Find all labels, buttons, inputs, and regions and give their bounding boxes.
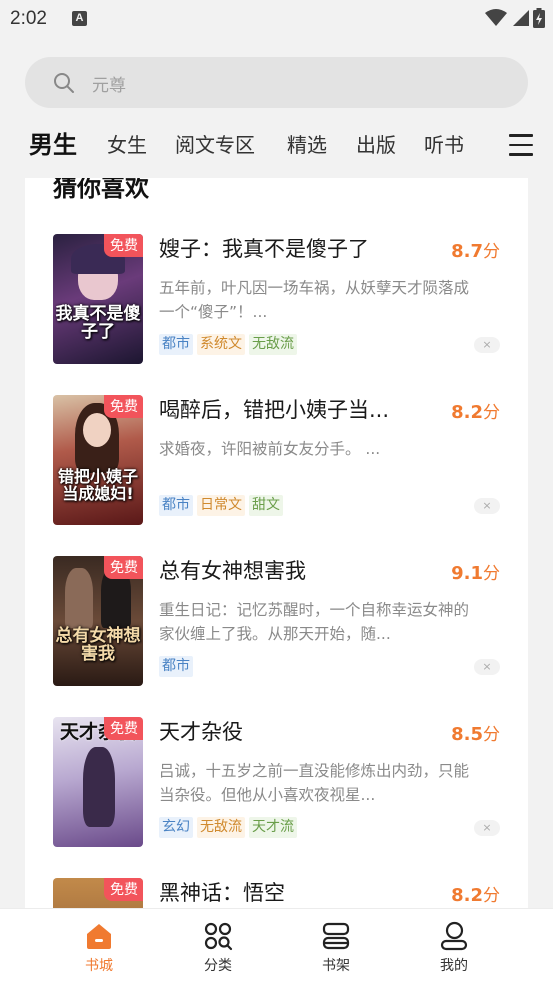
book-score: 8.7分	[451, 237, 500, 262]
wifi-icon	[485, 9, 507, 26]
book-title: 天才杂役	[159, 720, 243, 744]
cover-title: 错把小姨子当成媳妇!	[57, 467, 138, 504]
book-score: 8.5分	[451, 720, 500, 745]
profile-icon	[440, 921, 468, 951]
tag[interactable]: 无敌流	[197, 817, 245, 838]
search-icon	[54, 73, 74, 93]
cover-title: 总有女神想害我	[55, 626, 141, 665]
free-badge: 免费	[104, 395, 143, 418]
nav-bookshelf[interactable]: 书架	[306, 921, 366, 975]
nav-label: 书架	[322, 958, 350, 974]
book-score: 8.2分	[451, 398, 500, 423]
nav-bookstore[interactable]: 书城	[69, 921, 129, 975]
search-placeholder: 元尊	[92, 76, 126, 96]
book-cover[interactable]: 总有女神想害我 免费	[53, 556, 143, 686]
free-badge: 免费	[104, 234, 143, 257]
tab-published[interactable]: 出版	[356, 118, 396, 172]
score-unit: 分	[483, 564, 500, 584]
status-icons	[485, 8, 545, 28]
book-description: 五年前，叶凡因一场车祸，从妖孽天才陨落成一个“傻子”！...	[159, 279, 469, 321]
score-unit: 分	[483, 725, 500, 745]
book-title: 喝醉后，错把小姨子当...	[159, 398, 390, 422]
battery-icon	[533, 8, 545, 28]
recommend-panel: 猜你喜欢 我真不是傻子了 免费 嫂子：我真不是傻子了 8.7分 五年前，叶凡因一…	[25, 178, 528, 908]
section-title: 猜你喜欢	[53, 178, 149, 202]
status-bar: 2:02 A	[0, 0, 553, 40]
book-tags: 都市 日常文 甜文	[159, 495, 283, 516]
book-tags: 玄幻 无敌流 天才流	[159, 817, 297, 838]
book-cover[interactable]: 天才杂役 免费	[53, 717, 143, 847]
search-bar[interactable]: 元尊	[25, 57, 528, 108]
signal-icon	[513, 10, 529, 26]
score-value: 8.2	[451, 402, 483, 423]
free-badge: 免费	[104, 556, 143, 579]
bookshelf-icon	[322, 922, 350, 950]
bottom-nav: 书城 分类 书架 我的	[0, 908, 553, 984]
tag[interactable]: 都市	[159, 495, 193, 516]
score-unit: 分	[483, 886, 500, 906]
nav-profile[interactable]: 我的	[424, 921, 484, 975]
book-description: 求婚夜，许阳被前女友分手。 ...	[159, 440, 381, 458]
tag[interactable]: 都市	[159, 334, 193, 355]
notification-icon: A	[72, 11, 87, 26]
tag[interactable]: 天才流	[249, 817, 297, 838]
book-cover[interactable]: 错把小姨子当成媳妇! 免费	[53, 395, 143, 525]
tag[interactable]: 无敌流	[249, 334, 297, 355]
book-tags: 都市 系统文 无敌流	[159, 334, 297, 355]
nav-label: 我的	[440, 958, 468, 974]
book-tags: 都市	[159, 656, 193, 677]
tag[interactable]: 系统文	[197, 334, 245, 355]
home-icon	[87, 924, 111, 949]
book-score: 9.1分	[451, 559, 500, 584]
dismiss-button[interactable]: ×	[474, 820, 500, 836]
book-item[interactable]: 错把小姨子当成媳妇! 免费 喝醉后，错把小姨子当... 8.2分 求婚夜，许阳被…	[25, 395, 528, 527]
score-value: 8.2	[451, 885, 483, 906]
tag[interactable]: 玄幻	[159, 817, 193, 838]
status-time: 2:02	[10, 8, 47, 29]
book-score: 8.2分	[451, 881, 500, 906]
tab-featured[interactable]: 精选	[287, 118, 327, 172]
score-value: 8.5	[451, 724, 483, 745]
book-title: 嫂子：我真不是傻子了	[159, 237, 369, 261]
tag[interactable]: 都市	[159, 656, 193, 677]
book-description: 吕诚，十五岁之前一直没能修炼出内劲，只能当杂役。但他从小喜欢夜视星...	[159, 762, 469, 804]
book-item[interactable]: 我真不是傻子了 免费 嫂子：我真不是傻子了 8.7分 五年前，叶凡因一场车祸，从…	[25, 234, 528, 366]
category-icon	[204, 922, 233, 951]
tab-yuewen[interactable]: 阅文专区	[175, 118, 255, 172]
book-cover[interactable]: 我真不是傻子了 免费	[53, 234, 143, 364]
book-item[interactable]: 总有女神想害我 免费 总有女神想害我 9.1分 重生日记：记忆苏醒时，一个自称幸…	[25, 556, 528, 688]
free-badge: 免费	[104, 878, 143, 901]
tab-male[interactable]: 男生	[29, 118, 77, 172]
category-tabs: 男生 女生 阅文专区 精选 出版 听书	[0, 118, 553, 174]
tab-audiobook[interactable]: 听书	[424, 118, 464, 172]
tag[interactable]: 日常文	[197, 495, 245, 516]
score-unit: 分	[483, 242, 500, 262]
book-cover[interactable]: 免费	[53, 878, 143, 908]
score-unit: 分	[483, 403, 500, 423]
dismiss-button[interactable]: ×	[474, 659, 500, 675]
dismiss-button[interactable]: ×	[474, 337, 500, 353]
nav-label: 分类	[204, 958, 232, 974]
tag[interactable]: 甜文	[249, 495, 283, 516]
score-value: 8.7	[451, 241, 483, 262]
book-description: 重生日记：记忆苏醒时，一个自称幸运女神的家伙缠上了我。从那天开始，随...	[159, 601, 469, 643]
book-title: 黑神话：悟空	[159, 881, 285, 905]
book-title: 总有女神想害我	[159, 559, 306, 583]
book-item[interactable]: 免费 黑神话：悟空 8.2分	[25, 878, 528, 908]
menu-icon[interactable]	[509, 134, 533, 156]
tab-female[interactable]: 女生	[107, 118, 147, 172]
book-item[interactable]: 天才杂役 免费 天才杂役 8.5分 吕诚，十五岁之前一直没能修炼出内劲，只能当杂…	[25, 717, 528, 849]
cover-title: 我真不是傻子了	[55, 304, 141, 343]
free-badge: 免费	[104, 717, 143, 740]
dismiss-button[interactable]: ×	[474, 498, 500, 514]
nav-category[interactable]: 分类	[188, 921, 248, 975]
score-value: 9.1	[451, 563, 483, 584]
nav-label: 书城	[85, 958, 113, 974]
